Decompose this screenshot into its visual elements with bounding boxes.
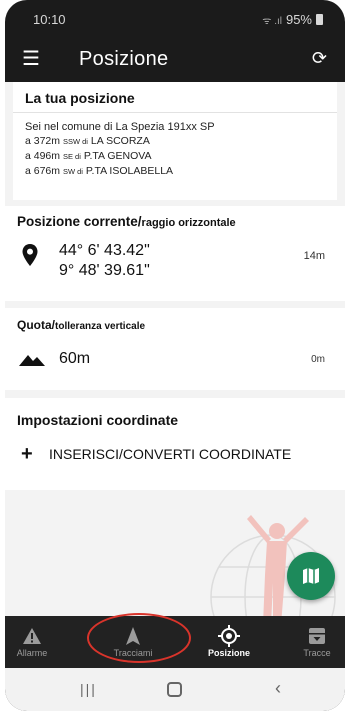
landmark-line: a 372m SSW di LA SCORZA	[25, 135, 150, 147]
coordinates-title: Impostazioni coordinate	[17, 412, 179, 428]
back-icon[interactable]: ‹	[275, 678, 281, 699]
map-icon	[303, 568, 319, 584]
landmark-name: LA SCORZA	[90, 135, 150, 147]
hamburger-menu-icon[interactable]: ☰	[22, 48, 40, 70]
nav-item-allarme[interactable]: Allarme	[5, 616, 59, 668]
nav-label: Posizione	[207, 648, 250, 658]
landmark-direction: SW di	[62, 167, 83, 176]
latitude-value: 44° 6' 43.42"	[59, 242, 150, 259]
nav-item-tracce[interactable]: Tracce	[289, 616, 345, 668]
status-system-icons: ᯤ .ıl 95%	[262, 12, 323, 27]
landmark-line: a 496m SE di P.TA GENOVA	[25, 150, 152, 162]
your-position-heading: La tua posizione	[25, 90, 135, 106]
altitude-title: Quota/tolleranza verticale	[17, 318, 145, 332]
your-position-card: La tua posizione Sei nel comune di La Sp…	[13, 82, 337, 200]
status-bar: 10:10 ᯤ .ıl 95%	[5, 0, 345, 38]
current-position-title: Posizione corrente/raggio orizzontale	[17, 214, 236, 229]
main-content[interactable]: La tua posizione Sei nel comune di La Sp…	[5, 82, 345, 616]
altitude-value: 60m	[59, 350, 91, 367]
battery-percent: 95%	[285, 12, 312, 27]
landmark-distance: a 676m	[25, 165, 61, 177]
gps-target-icon	[218, 625, 240, 647]
home-icon[interactable]	[167, 682, 182, 697]
mountain-icon	[19, 355, 45, 366]
current-position-title-sub: raggio orizzontale	[141, 217, 236, 229]
highlight-circle-annotation	[87, 613, 191, 663]
vertical-tolerance-value: 0m	[311, 354, 325, 365]
landmark-distance: a 496m	[25, 150, 61, 162]
longitude-value: 9° 48' 39.61"	[59, 262, 150, 279]
plus-icon[interactable]: +	[21, 444, 33, 464]
recent-apps-icon[interactable]: |||	[80, 681, 97, 697]
altitude-title-main: Quota/	[17, 318, 55, 332]
signal-icon: ᯤ .ıl	[262, 15, 282, 27]
map-fab-button[interactable]	[287, 552, 335, 600]
current-position-title-main: Posizione corrente/	[17, 214, 142, 229]
altitude-title-sub: tolleranza verticale	[55, 321, 146, 332]
system-navigation-bar: ||| ‹	[5, 668, 345, 711]
landmark-name: P.TA GENOVA	[83, 150, 152, 162]
nav-item-posizione[interactable]: Posizione	[193, 616, 265, 668]
landmark-direction: SSW di	[62, 137, 88, 146]
current-position-section: Posizione corrente/raggio orizzontale 44…	[5, 206, 345, 301]
app-bar: ☰ Posizione ⟳	[5, 38, 345, 82]
coordinates-section: Impostazioni coordinate + INSERISCI/CONV…	[5, 398, 345, 490]
phone-frame: 10:10 ᯤ .ıl 95% ☰ Posizione ⟳ La tua pos…	[5, 0, 345, 711]
landmark-distance: a 372m	[25, 135, 61, 147]
status-time: 10:10	[33, 12, 66, 27]
landmark-direction: SE di	[62, 152, 81, 161]
refresh-icon[interactable]: ⟳	[312, 48, 327, 69]
horizontal-radius-value: 14m	[303, 250, 325, 262]
insert-convert-coordinates-button[interactable]: INSERISCI/CONVERTI COORDINATE	[49, 446, 291, 462]
altitude-section: Quota/tolleranza verticale 60m 0m	[5, 308, 345, 390]
landmark-line: a 676m SW di P.TA ISOLABELLA	[25, 165, 173, 177]
warning-icon	[23, 628, 41, 644]
location-pin-icon	[22, 244, 38, 266]
nav-label: Tracce	[303, 648, 331, 658]
page-title: Posizione	[79, 48, 169, 70]
landmark-name: P.TA ISOLABELLA	[85, 165, 174, 177]
nav-label: Allarme	[16, 648, 48, 658]
battery-icon	[316, 14, 323, 25]
municipality-line: Sei nel comune di La Spezia 191xx SP	[25, 121, 215, 133]
divider	[13, 112, 337, 113]
archive-icon	[309, 628, 325, 644]
